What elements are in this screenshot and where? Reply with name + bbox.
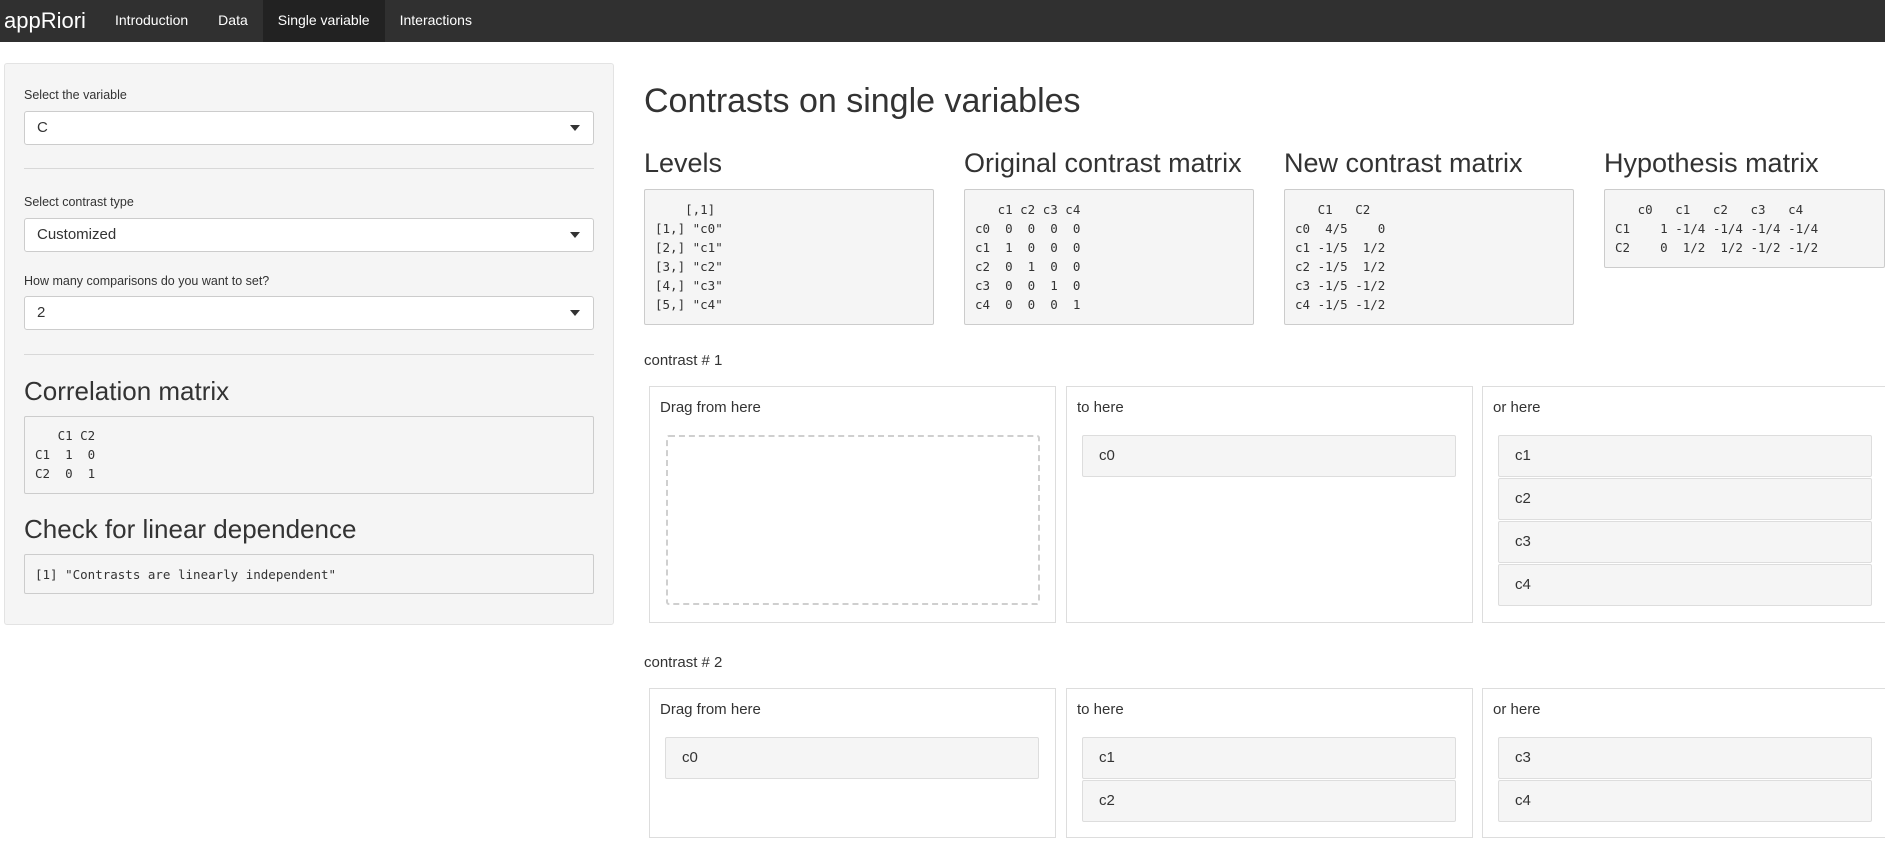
tab-data[interactable]: Data (203, 0, 263, 42)
contrast-1-or-here-zone[interactable]: or here c1 c2 c3 c4 (1482, 386, 1885, 623)
chevron-down-icon (570, 232, 580, 238)
chevron-down-icon (570, 125, 580, 131)
zone-title: to here (1077, 399, 1124, 416)
hypothesis-matrix-output: c0 c1 c2 c3 c4 C1 1 -1/4 -1/4 -1/4 -1/4 … (1604, 189, 1885, 268)
new-matrix-output: C1 C2 c0 4/5 0 c1 -1/5 1/2 c2 -1/5 1/2 c… (1284, 189, 1574, 325)
correlation-matrix-output: C1 C2 C1 1 0 C2 0 1 (24, 416, 594, 494)
chevron-down-icon (570, 310, 580, 316)
levels-output: [,1] [1,] "c0" [2,] "c1" [3,] "c2" [4,] … (644, 189, 934, 325)
level-chip-c2[interactable]: c2 (1498, 478, 1872, 520)
contrast-1-drag-from-zone[interactable]: Drag from here (649, 386, 1056, 623)
level-chip-c3[interactable]: c3 (1498, 737, 1872, 779)
tab-single-variable[interactable]: Single variable (262, 0, 385, 42)
contrast-type-label: Select contrast type (24, 195, 134, 209)
zone-title: Drag from here (660, 701, 761, 718)
divider (24, 354, 594, 355)
zone-title: Drag from here (660, 399, 761, 416)
original-matrix-output: c1 c2 c3 c4 c0 0 0 0 0 c1 1 0 0 0 c2 0 1… (964, 189, 1254, 325)
new-matrix-title: New contrast matrix (1284, 148, 1523, 178)
level-chip-c0[interactable]: c0 (665, 737, 1039, 779)
contrast-2-label: contrast # 2 (644, 654, 723, 671)
divider (24, 168, 594, 169)
variable-select-value: C (37, 119, 48, 136)
sidebar-panel: Select the variable C Select contrast ty… (4, 63, 614, 625)
contrast-2-or-here-zone[interactable]: or here c3 c4 (1482, 688, 1885, 838)
zone-title: or here (1493, 399, 1541, 416)
tab-interactions[interactable]: Interactions (385, 0, 487, 42)
variable-select[interactable]: C (24, 111, 594, 145)
contrast-2-drag-from-zone[interactable]: Drag from here c0 (649, 688, 1056, 838)
contrast-1-label: contrast # 1 (644, 352, 723, 369)
level-chip-c1[interactable]: c1 (1498, 435, 1872, 477)
hypothesis-matrix-title: Hypothesis matrix (1604, 148, 1819, 178)
level-chip-c3[interactable]: c3 (1498, 521, 1872, 563)
levels-title: Levels (644, 148, 723, 178)
level-chip-c2[interactable]: c2 (1082, 780, 1456, 822)
contrast-type-select[interactable]: Customized (24, 218, 594, 252)
comparisons-select[interactable]: 2 (24, 296, 594, 330)
contrast-1-to-here-zone[interactable]: to here c0 (1066, 386, 1473, 623)
comparisons-value: 2 (37, 304, 46, 321)
contrast-2-to-here-zone[interactable]: to here c1 c2 (1066, 688, 1473, 838)
linear-dependence-output: [1] "Contrasts are linearly independent" (24, 554, 594, 594)
zone-title: to here (1077, 701, 1124, 718)
zone-title: or here (1493, 701, 1541, 718)
navbar: appRiori Introduction Data Single variab… (0, 0, 1885, 42)
correlation-matrix-title: Correlation matrix (24, 376, 230, 406)
contrast-type-value: Customized (37, 226, 117, 243)
variable-select-label: Select the variable (24, 88, 127, 102)
original-matrix-title: Original contrast matrix (964, 148, 1242, 178)
level-chip-c4[interactable]: c4 (1498, 780, 1872, 822)
level-chip-c1[interactable]: c1 (1082, 737, 1456, 779)
empty-drop-target[interactable] (666, 435, 1040, 605)
level-chip-c4[interactable]: c4 (1498, 564, 1872, 606)
linear-dependence-title: Check for linear dependence (24, 514, 357, 544)
app-brand[interactable]: appRiori (0, 0, 100, 42)
tab-introduction[interactable]: Introduction (100, 0, 203, 42)
page-title: Contrasts on single variables (644, 82, 1081, 120)
comparisons-label: How many comparisons do you want to set? (24, 274, 270, 288)
level-chip-c0[interactable]: c0 (1082, 435, 1456, 477)
